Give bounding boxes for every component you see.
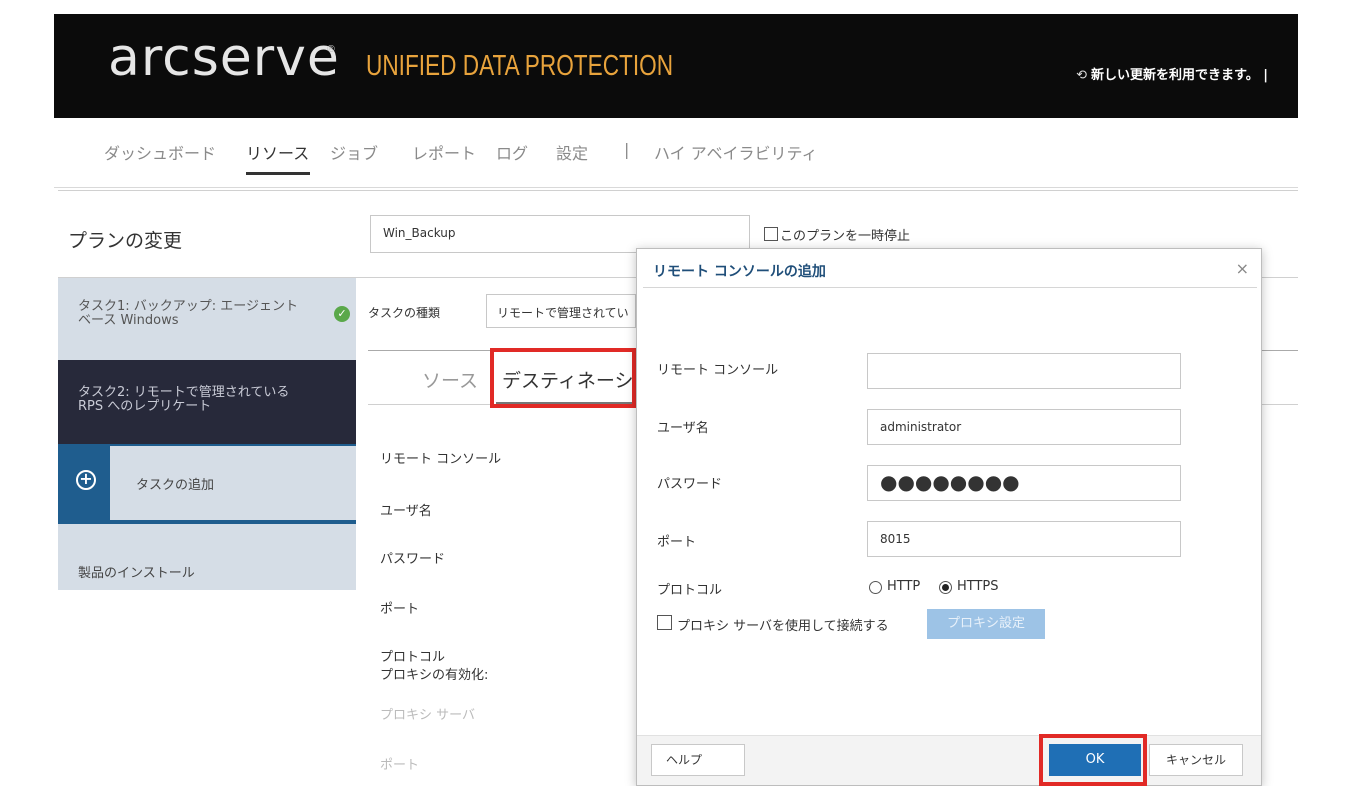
password-input[interactable]: ●●●●●●●● [867, 465, 1181, 501]
protocol-http-label: HTTP [887, 579, 921, 594]
port-input[interactable]: 8015 [867, 521, 1181, 557]
nav-separator: | [624, 140, 630, 159]
field-label-remote-console: リモート コンソール [380, 452, 502, 467]
dialog-footer: ヘルプ OK キャンセル [637, 734, 1261, 786]
task2-label-line1: タスク2: リモートで管理されている [78, 385, 290, 400]
proxy-settings-button[interactable]: プロキシ設定 [927, 609, 1045, 639]
sidebar-task-replicate[interactable]: タスク2: リモートで管理されている RPS へのレプリケート [58, 360, 356, 444]
tab-source[interactable]: ソース [422, 366, 478, 393]
registered-mark: ® [326, 44, 336, 55]
update-notice-text: 新しい更新を利用できます。 | [1091, 68, 1268, 83]
task-type-label: タスクの種類 [368, 306, 441, 320]
nav-active-indicator [246, 172, 310, 175]
arcserve-logo: arcserve [108, 28, 340, 88]
pause-plan-label: このプランを一時停止 [780, 229, 911, 244]
main-nav: ダッシュボード リソース ジョブ レポート ログ 設定 | ハイ アベイラビリテ… [54, 118, 1298, 188]
close-icon[interactable]: × [1236, 259, 1249, 278]
nav-jobs[interactable]: ジョブ [330, 140, 378, 164]
add-task-button[interactable]: + タスクの追加 [58, 444, 356, 524]
use-proxy-label: プロキシ サーバを使用して接続する [677, 619, 889, 634]
username-input[interactable]: administrator [867, 409, 1181, 445]
highlight-box-destination [490, 348, 636, 408]
add-task-panel: タスクの追加 [110, 446, 356, 520]
protocol-label: プロトコル [657, 583, 723, 598]
nav-reports[interactable]: レポート [412, 140, 476, 164]
remote-console-input[interactable] [867, 353, 1181, 389]
sidebar-task-backup[interactable]: タスク1: バックアップ: エージェント ベース Windows ✓ [58, 278, 356, 360]
plus-circle-icon: + [76, 470, 96, 490]
page-title: プランの変更 [68, 230, 183, 252]
cancel-button[interactable]: キャンセル [1149, 744, 1243, 776]
app-header: arcserve ® UNIFIED DATA PROTECTION ⟲ 新しい更… [54, 14, 1298, 118]
nav-dashboard[interactable]: ダッシュボード [104, 140, 216, 164]
nav-logs[interactable]: ログ [496, 140, 528, 164]
field-label-port-2: ポート [380, 758, 420, 773]
pause-plan-checkbox[interactable] [764, 227, 778, 241]
highlight-box-ok [1039, 734, 1147, 786]
remote-console-label: リモート コンソール [657, 363, 779, 378]
username-label: ユーザ名 [657, 421, 709, 436]
task-type-select[interactable]: リモートで管理されてい [486, 294, 636, 328]
task1-label-line2: ベース Windows [78, 313, 179, 328]
task2-label-line2: RPS へのレプリケート [78, 399, 212, 414]
task1-label: タスク1: バックアップ: エージェント ベース Windows [78, 300, 298, 328]
nav-high-availability[interactable]: ハイ アベイラビリティ [654, 140, 818, 164]
task-sidebar: タスク1: バックアップ: エージェント ベース Windows ✓ タスク2:… [58, 278, 356, 590]
dialog-title: リモート コンソールの追加 [653, 264, 826, 280]
field-label-proxy-enabled: プロキシの有効化: [380, 668, 489, 683]
use-proxy-checkbox[interactable] [657, 615, 672, 630]
field-label-port: ポート [380, 602, 420, 617]
protocol-http-radio[interactable] [869, 581, 882, 594]
nav-resources[interactable]: リソース [246, 140, 309, 164]
divider [643, 287, 1257, 288]
app-window: arcserve ® UNIFIED DATA PROTECTION ⟲ 新しい更… [54, 14, 1298, 786]
task2-label: タスク2: リモートで管理されている RPS へのレプリケート [78, 386, 289, 414]
check-circle-icon: ✓ [334, 306, 350, 322]
password-label: パスワード [657, 477, 723, 492]
field-label-username: ユーザ名 [380, 504, 432, 519]
protocol-https-radio[interactable] [939, 581, 952, 594]
field-label-proxy-server: プロキシ サーバ [380, 708, 476, 723]
nav-settings[interactable]: 設定 [556, 140, 588, 164]
port-label: ポート [657, 535, 697, 550]
refresh-icon: ⟲ [1076, 68, 1088, 83]
sidebar-product-install[interactable]: 製品のインストール [78, 562, 195, 581]
protocol-https-label: HTTPS [957, 579, 999, 594]
add-task-label: タスクの追加 [136, 478, 215, 493]
add-remote-console-dialog: リモート コンソールの追加 × リモート コンソール ユーザ名 administ… [636, 248, 1262, 786]
field-label-password: パスワード [380, 552, 446, 567]
update-notice[interactable]: ⟲ 新しい更新を利用できます。 | [1076, 64, 1268, 83]
help-button[interactable]: ヘルプ [651, 744, 745, 776]
task1-label-line1: タスク1: バックアップ: エージェント [78, 299, 299, 314]
product-name: UNIFIED DATA PROTECTION [366, 50, 674, 82]
field-label-protocol: プロトコル [380, 650, 446, 665]
